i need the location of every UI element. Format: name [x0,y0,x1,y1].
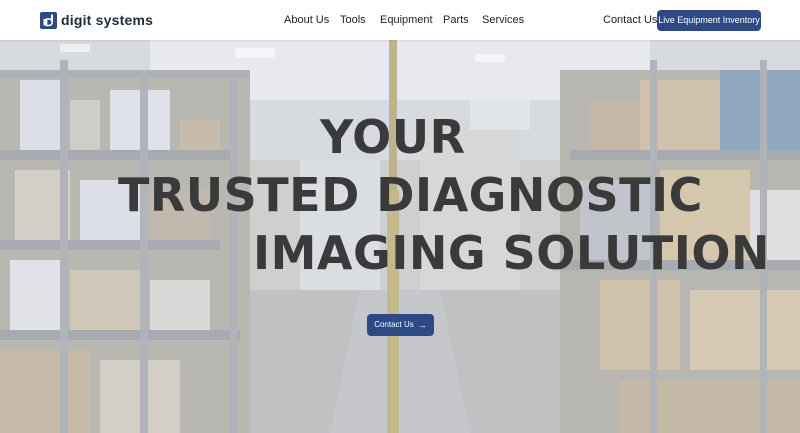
nav-tools[interactable]: Tools [340,13,366,27]
nav-parts[interactable]: Parts [443,13,469,27]
hero-contact-us-label: Contact Us [374,320,414,329]
logo[interactable]: digit systems [40,12,153,29]
headline-line-3: IMAGING SOLUTION [253,226,770,280]
live-equipment-inventory-button[interactable]: Live Equipment Inventory [657,10,761,31]
hero-contact-us-button[interactable]: Contact Us → [367,314,434,336]
headline-line-1: YOUR [320,110,466,164]
hero-section: YOUR TRUSTED DIAGNOSTIC IMAGING SOLUTION… [0,40,800,433]
nav-contact-us[interactable]: Contact Us [603,13,657,27]
arrow-right-icon: → [417,320,427,330]
nav-equipment[interactable]: Equipment [380,13,433,27]
d-square-logo-icon [40,12,57,29]
nav-about-us[interactable]: About Us [284,13,329,27]
nav-services[interactable]: Services [482,13,524,27]
headline-line-2: TRUSTED DIAGNOSTIC [118,168,703,222]
site-header: digit systems About Us Tools Equipment P… [0,0,800,40]
brand-name: digit systems [61,12,154,28]
